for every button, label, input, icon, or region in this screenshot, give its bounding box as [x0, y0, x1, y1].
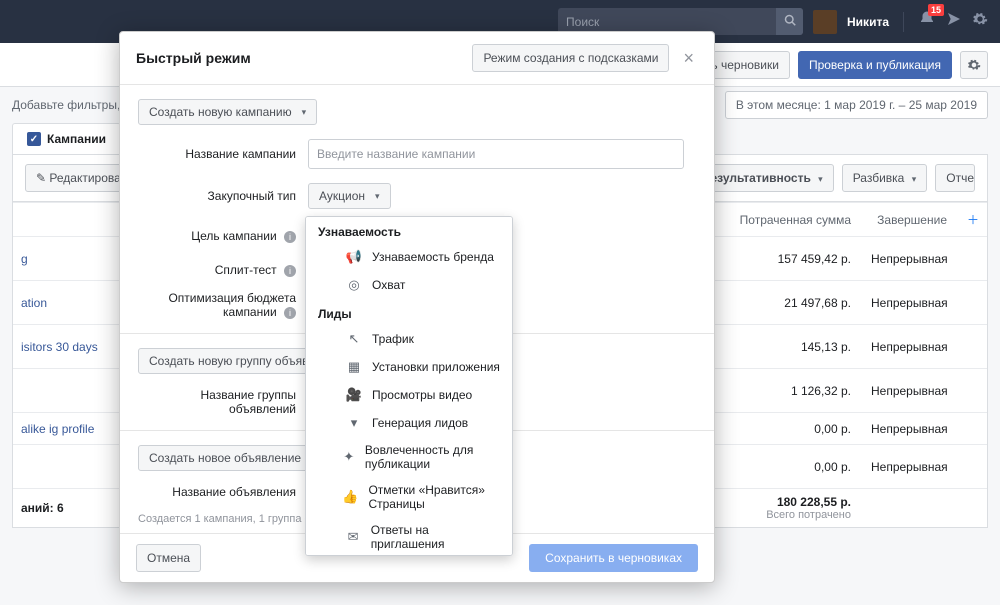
label-objective: Цель кампании	[191, 229, 276, 243]
guided-mode-button[interactable]: Режим создания с подсказками	[472, 44, 669, 72]
date-range-label: В этом месяце: 1 мар 2019 г. – 25 мар 20…	[736, 98, 977, 112]
dropdown-item-label: Вовлеченность для публикации	[365, 443, 500, 471]
dropdown-item-label: Трафик	[372, 332, 414, 346]
megaphone-icon: 📢	[346, 249, 362, 265]
breakdown-label: Разбивка	[853, 171, 905, 185]
spent-value: 145,13 p.	[694, 334, 859, 360]
campaign-icon: ✓	[27, 132, 41, 146]
avatar[interactable]	[813, 10, 837, 34]
settings-icon-button[interactable]	[960, 51, 988, 79]
col-spent[interactable]: Потраченная сумма	[694, 207, 859, 233]
chevron-down-icon: ▾	[302, 107, 307, 118]
spent-value: 21 497,68 p.	[694, 290, 859, 316]
buying-type-select[interactable]: Аукцион ▾	[308, 183, 391, 209]
campaign-name-input[interactable]	[308, 139, 684, 169]
grid-icon: ▦	[346, 359, 362, 375]
settings-gear-icon[interactable]	[972, 11, 988, 32]
engage-icon: ✦	[343, 449, 355, 465]
dropdown-item-label: Просмотры видео	[372, 388, 472, 402]
target-icon: ◎	[346, 277, 362, 293]
cancel-button[interactable]: Отмена	[136, 544, 201, 572]
buying-type-value: Аукцион	[319, 189, 365, 203]
label-buying-type: Закупочный тип	[138, 189, 308, 203]
search-icon	[784, 14, 796, 29]
modal-title: Быстрый режим	[136, 50, 251, 66]
end-value: Непрерывная	[859, 378, 959, 404]
tab-label: Кампании	[47, 132, 106, 146]
label-split-test: Сплит-тест	[215, 263, 277, 277]
create-ad-label: Создать новое объявление	[149, 451, 301, 465]
help-icon[interactable]	[946, 11, 962, 32]
inbox-icon: ✉	[345, 529, 360, 545]
close-icon[interactable]: ×	[679, 48, 698, 69]
date-range-picker[interactable]: В этом месяце: 1 мар 2019 г. – 25 мар 20…	[725, 91, 988, 119]
save-draft-button[interactable]: Сохранить в черновиках	[529, 544, 698, 572]
reports-button[interactable]: Отче	[935, 164, 975, 192]
create-ad-dropdown[interactable]: Создать новое объявление ▾	[138, 445, 327, 471]
total-spent-sub: Всего потрачено	[702, 509, 851, 521]
spent-value: 0,00 p.	[694, 454, 859, 480]
dropdown-item[interactable]: ✉ Ответы на приглашения	[306, 517, 512, 556]
dropdown-item[interactable]: ▦ Установки приложения	[306, 353, 512, 381]
spent-value: 0,00 p.	[694, 416, 859, 442]
chevron-down-icon: ▾	[912, 174, 917, 184]
row-buying-type: Закупочный тип Аукцион ▾	[138, 183, 696, 209]
info-icon[interactable]: i	[284, 265, 296, 277]
dropdown-item[interactable]: 📢 Узнаваемость бренда	[306, 243, 512, 271]
total-spent: 180 228,55 p.	[702, 495, 851, 509]
funnel-icon: ▾	[346, 415, 362, 431]
dropdown-item[interactable]: ◎ Охват	[306, 271, 512, 299]
dropdown-item[interactable]: ✦ Вовлеченность для публикации	[306, 437, 512, 477]
spent-value: 1 126,32 p.	[694, 378, 859, 404]
dropdown-item[interactable]: 🎥 Просмотры видео	[306, 381, 512, 409]
username[interactable]: Никита	[847, 15, 889, 29]
review-publish-button[interactable]: Проверка и публикация	[798, 51, 952, 79]
end-value: Непрерывная	[859, 454, 959, 480]
spent-value: 157 459,42 p.	[694, 246, 859, 272]
col-end[interactable]: Завершение	[859, 207, 959, 233]
label-adset-name: Название группы объявлений	[138, 388, 308, 416]
dropdown-group-title: Узнаваемость	[306, 217, 512, 243]
dropdown-item-label: Узнаваемость бренда	[372, 250, 494, 264]
dropdown-item[interactable]: ▾ Генерация лидов	[306, 409, 512, 437]
chevron-down-icon: ▾	[375, 191, 380, 202]
dropdown-item-label: Генерация лидов	[372, 416, 468, 430]
breakdown-button[interactable]: Разбивка ▾	[842, 164, 928, 192]
cursor-icon: ↖	[346, 331, 362, 347]
video-icon: 🎥	[346, 387, 362, 403]
tab-campaigns[interactable]: ✓ Кампании	[12, 123, 121, 154]
dropdown-item-label: Установки приложения	[372, 360, 500, 374]
reports-label: Отче	[946, 171, 974, 185]
dropdown-item[interactable]: 👍 Отметки «Нравится» Страницы	[306, 477, 512, 517]
create-campaign-label: Создать новую кампанию	[149, 105, 292, 119]
search-button[interactable]	[776, 8, 803, 35]
end-value: Непрерывная	[859, 416, 959, 442]
row-campaign-name: Название кампании	[138, 139, 696, 169]
add-column-icon[interactable]: ＋	[959, 211, 987, 228]
notification-icon[interactable]: 15	[918, 10, 936, 33]
end-value: Непрерывная	[859, 246, 959, 272]
end-value: Непрерывная	[859, 334, 959, 360]
end-value: Непрерывная	[859, 290, 959, 316]
label-ad-name: Название объявления	[138, 485, 308, 499]
pencil-icon: ✎	[36, 171, 46, 185]
create-campaign-dropdown[interactable]: Создать новую кампанию ▾	[138, 99, 317, 125]
notif-badge: 15	[928, 4, 944, 16]
objective-dropdown[interactable]: Узнаваемость 📢 Узнаваемость бренда ◎ Охват Ли…	[305, 216, 513, 556]
label-budget-opt: Оптимизация бюджета кампании	[168, 291, 296, 319]
dropdown-item-label: Охват	[372, 278, 405, 292]
columns-value: Результативность	[703, 171, 811, 185]
dropdown-item[interactable]: ↖ Трафик	[306, 325, 512, 353]
like-icon: 👍	[342, 489, 358, 505]
chevron-down-icon: ▾	[818, 174, 823, 184]
modal-header: Быстрый режим Режим создания с подсказка…	[120, 32, 714, 85]
info-icon[interactable]: i	[284, 231, 296, 243]
dropdown-item-label: Отметки «Нравится» Страницы	[368, 483, 500, 511]
info-icon[interactable]: i	[284, 307, 296, 319]
dropdown-group-title: Лиды	[306, 299, 512, 325]
dropdown-item-label: Ответы на приглашения	[371, 523, 500, 551]
label-campaign-name: Название кампании	[138, 147, 308, 161]
